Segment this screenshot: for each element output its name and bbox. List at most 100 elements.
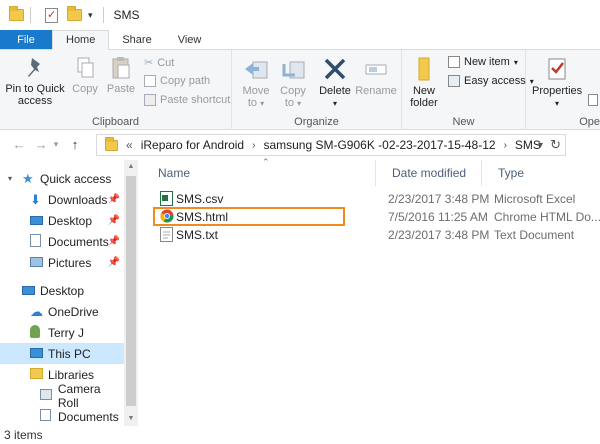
- paste-shortcut-button[interactable]: Paste shortcut: [144, 94, 230, 106]
- nav-label: Quick access: [40, 171, 112, 186]
- file-type: Microsoft Excel: [494, 192, 576, 206]
- desktop-icon: [22, 284, 40, 298]
- copy-icon: [77, 57, 94, 78]
- pin-to-quick-access-button[interactable]: Pin to Quick access: [4, 56, 66, 107]
- paste-shortcut-label: Paste shortcut: [160, 94, 231, 106]
- chevron-right-icon[interactable]: ›: [252, 140, 255, 151]
- new-folder-button[interactable]: New folder: [406, 56, 442, 109]
- nav-label: OneDrive: [48, 304, 99, 319]
- pin-icon: 📌: [107, 257, 120, 268]
- chevron-down-icon: ▾: [260, 99, 265, 108]
- nav-this-pc[interactable]: This PC: [0, 343, 124, 364]
- file-name: SMS.txt: [176, 228, 219, 242]
- properties-label: Properties: [532, 85, 583, 97]
- copy-button[interactable]: Copy: [70, 56, 100, 95]
- paste-label: Paste: [106, 83, 136, 95]
- ribbon: Pin to Quick access Copy Paste ✂ Cut Cop…: [0, 50, 600, 130]
- folder-icon: [9, 6, 24, 21]
- delete-button[interactable]: Delete ▾: [318, 56, 352, 110]
- nav-label: Desktop: [40, 283, 85, 298]
- nav-scrollbar[interactable]: ▲ ▼: [124, 160, 138, 426]
- file-name: SMS.csv: [176, 192, 224, 206]
- divider: [102, 7, 104, 23]
- nav-documents-library[interactable]: Documents: [0, 406, 124, 427]
- title-bar: ▾ SMS: [0, 0, 600, 30]
- chevron-down-icon[interactable]: ▾: [8, 174, 22, 183]
- tab-home[interactable]: Home: [52, 30, 110, 50]
- cloud-icon: ☁: [30, 303, 43, 319]
- folder-icon: [105, 136, 118, 151]
- back-button[interactable]: ←: [10, 137, 28, 152]
- breadcrumb-ireparo[interactable]: iReparo for Android: [141, 138, 244, 152]
- file-row[interactable]: SMS.txt 2/23/2017 3:48 PM Text Document: [152, 226, 600, 244]
- nav-downloads[interactable]: ⬇ Downloads 📌: [0, 189, 124, 210]
- scroll-down-arrow[interactable]: ▼: [124, 412, 138, 426]
- tab-file[interactable]: File: [0, 30, 52, 49]
- new-item-button[interactable]: New item ▾: [448, 56, 518, 68]
- column-header-type[interactable]: Type: [482, 160, 600, 186]
- nav-desktop[interactable]: Desktop: [0, 280, 124, 301]
- copy-to-button[interactable]: Copy to ▾: [276, 56, 310, 110]
- nav-label: Desktop: [48, 213, 93, 228]
- address-bar[interactable]: « iReparo for Android › samsung SM-G906K…: [96, 134, 566, 156]
- copy-path-icon: [144, 75, 156, 87]
- up-button[interactable]: ↑: [66, 137, 84, 152]
- easy-access-icon: [448, 75, 460, 87]
- paste-button[interactable]: Paste: [104, 56, 138, 95]
- open-group-label: Ope: [579, 116, 600, 128]
- user-icon: [30, 324, 48, 341]
- new-folder-label-2: folder: [410, 97, 438, 109]
- highlight-box: [153, 207, 345, 226]
- nav-label: This PC: [48, 346, 91, 361]
- chevron-down-icon: ▾: [332, 99, 337, 108]
- chevron-right-icon[interactable]: ›: [504, 140, 507, 151]
- nav-pictures[interactable]: Pictures 📌: [0, 252, 124, 273]
- address-dropdown-icon[interactable]: ▾: [538, 140, 543, 151]
- tab-view[interactable]: View: [165, 30, 215, 49]
- cut-label: Cut: [157, 56, 175, 69]
- divider: [30, 7, 31, 23]
- copy-path-button[interactable]: Copy path: [144, 75, 210, 87]
- open-icon[interactable]: [588, 94, 598, 106]
- refresh-icon[interactable]: ↻: [550, 137, 561, 153]
- address-overflow[interactable]: «: [126, 138, 133, 152]
- new-group: New folder New item ▾ Easy access ▾ New: [402, 50, 534, 130]
- properties-quick-icon[interactable]: [45, 7, 58, 23]
- new-folder-icon: [418, 57, 430, 81]
- properties-button[interactable]: Properties ▾: [532, 56, 582, 110]
- nav-label: Documents: [58, 409, 119, 424]
- nav-desktop-quick[interactable]: Desktop 📌: [0, 210, 124, 231]
- excel-icon: [160, 191, 173, 206]
- rename-button[interactable]: Rename: [354, 56, 398, 97]
- recent-locations-button[interactable]: ▾: [50, 139, 62, 150]
- easy-access-button[interactable]: Easy access ▾: [448, 75, 534, 87]
- breadcrumb-samsung[interactable]: samsung SM-G906K -02-23-2017-15-48-12: [263, 138, 495, 152]
- file-row[interactable]: SMS.csv 2/23/2017 3:48 PM Microsoft Exce…: [152, 190, 600, 208]
- file-date: 2/23/2017 3:48 PM: [388, 228, 490, 242]
- scroll-thumb[interactable]: [126, 176, 136, 406]
- move-to-label-2: to: [247, 97, 258, 109]
- tab-share[interactable]: Share: [109, 30, 164, 49]
- forward-button[interactable]: →: [32, 137, 50, 152]
- delete-icon: [324, 58, 346, 80]
- nav-user[interactable]: Terry J: [0, 322, 124, 343]
- organize-group: Move to ▾ Copy to ▾ Delete ▾ Rename Orga…: [232, 50, 402, 130]
- customize-quick-access-icon[interactable]: ▾: [88, 10, 93, 21]
- nav-camera-roll[interactable]: Camera Roll: [0, 382, 124, 410]
- new-folder-quick-icon[interactable]: [67, 6, 82, 21]
- move-to-button[interactable]: Move to ▾: [240, 56, 272, 110]
- computer-icon: [30, 347, 48, 361]
- cut-button[interactable]: ✂ Cut: [144, 56, 175, 70]
- nav-documents-quick[interactable]: Documents 📌: [0, 231, 124, 252]
- file-date: 2/23/2017 3:48 PM: [388, 192, 490, 206]
- scroll-up-arrow[interactable]: ▲: [124, 160, 138, 174]
- column-header-name[interactable]: Name: [142, 160, 376, 186]
- column-header-date[interactable]: Date modified: [376, 160, 482, 186]
- nav-onedrive[interactable]: ☁ OneDrive: [0, 301, 124, 322]
- nav-quick-access[interactable]: ▾ ★ Quick access: [0, 168, 124, 189]
- open-group: Properties ▾ Ope: [526, 50, 600, 130]
- rename-icon: [365, 64, 387, 75]
- download-icon: ⬇: [30, 191, 41, 207]
- nav-label: Documents: [48, 234, 109, 249]
- item-count: 3 items: [4, 428, 43, 442]
